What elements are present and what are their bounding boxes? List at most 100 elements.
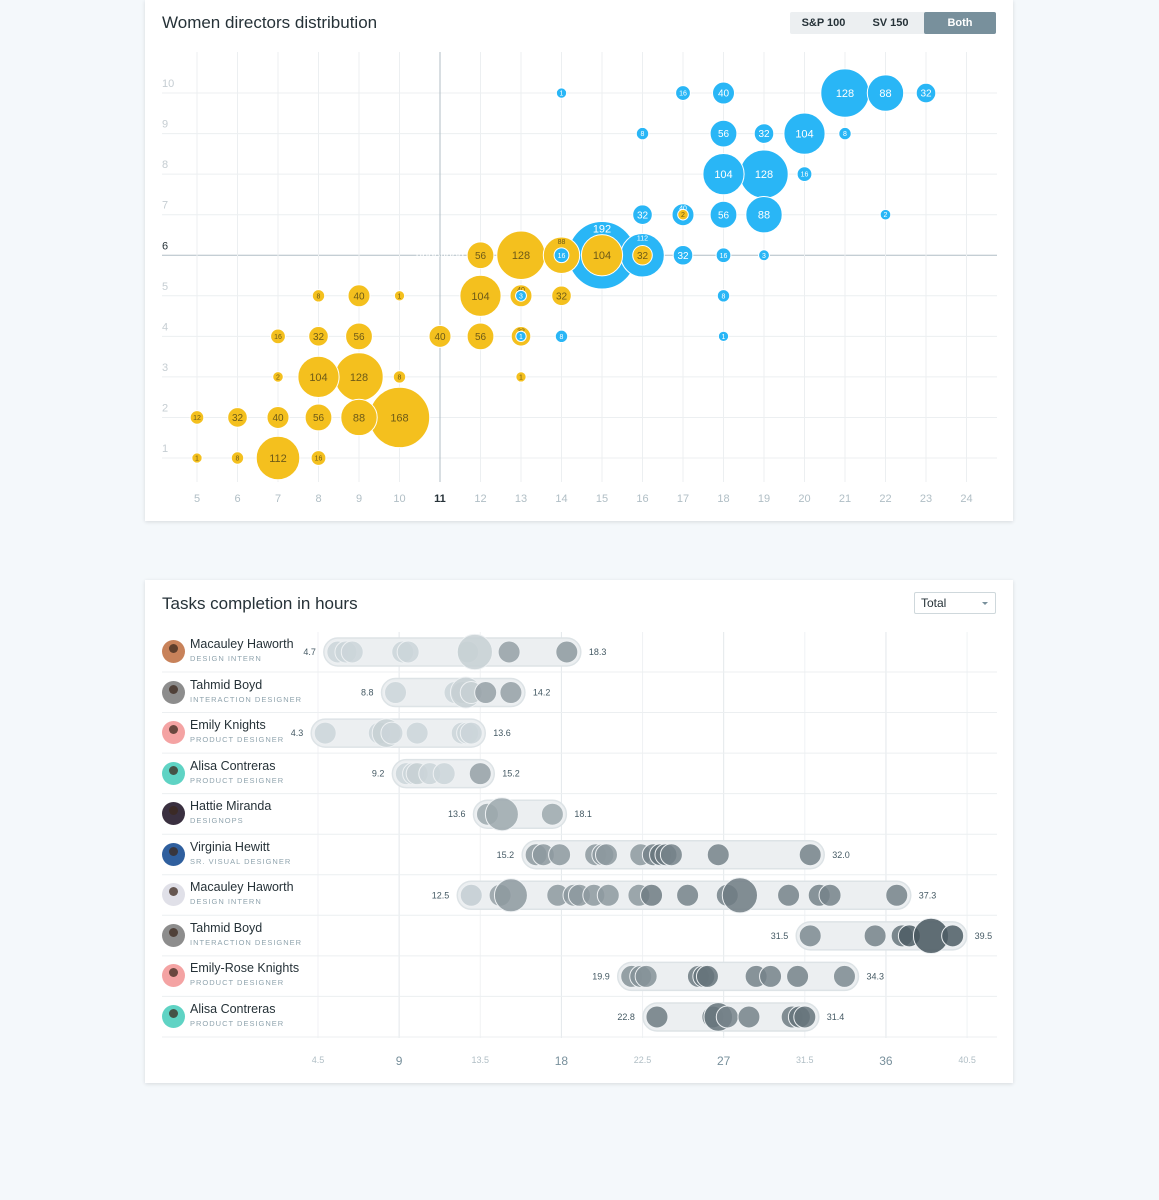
bubble-yellow: 56 [345,322,373,351]
y-tick-label: 8 [162,159,168,171]
bubble-yellow: 32 [308,326,329,347]
x-tick-label: 31.5 [796,1055,814,1065]
bubble-blue: 32 [672,244,694,266]
bubble-label: 128 [512,250,530,262]
task-dot [863,924,887,948]
x-tick-label: 16 [636,493,648,505]
bubble-label: 104 [309,372,327,384]
person-role: SR. VISUAL DESIGNER [190,856,292,866]
bubble-label: 40 [353,291,365,302]
task-dot [798,843,822,867]
bubble-label: 56 [313,413,325,424]
bubble-label: 32 [637,210,649,221]
bubble-blue: 32 [632,204,653,225]
bubble-label: 32 [677,251,689,262]
task-row: 4.7 18.3 [303,633,606,671]
task-row: 4.3 13.6 [291,718,511,748]
y-tick-label: 10 [162,78,174,90]
bubble-label: 32 [556,291,568,302]
task-dot [885,883,909,907]
bubble-yellow: 112 [255,435,301,481]
y-tick-label: 6 [162,240,168,252]
task-dot [474,681,498,705]
person-name: Alisa Contreras [190,758,276,773]
bubble-label: 16 [801,172,809,179]
bubble-yellow: 2 [272,371,284,383]
person-name: Hattie Miranda [190,799,272,814]
task-dot [941,924,965,948]
bubble-blue: 8 [635,126,650,141]
person-role: PRODUCT DESIGNER [190,735,285,745]
y-tick-label: 9 [162,119,168,131]
bubble-blue: 1 [555,87,568,99]
x-tick-label: 9 [396,1054,403,1068]
task-dot [695,964,719,988]
bubble-yellow: 40 [347,284,371,308]
x-tick-label: 27 [717,1054,731,1068]
bubble-label: 1 [195,456,199,463]
bubble-blue: 8 [716,289,731,303]
person-name: Alisa Contreras [190,1001,276,1016]
bubble-blue: 32 [915,82,937,104]
bubble-label: 88 [758,210,770,222]
task-dot [777,883,801,907]
min-label: 31.5 [771,931,789,941]
x-tick-label: 12 [474,493,486,505]
task-dot [380,721,404,745]
task-dot [832,964,856,988]
bubble-yellow: 168 [368,386,431,449]
bubble-label: 32 [313,332,325,343]
bubble-label: 32 [637,251,649,262]
bubble-blue: 88 [745,196,783,234]
bubble-label: 40 [718,89,730,100]
person-role: PRODUCT DESIGNER [190,978,285,988]
y-tick-label: 5 [162,281,168,293]
task-row: 22.8 31.4 [617,1002,845,1032]
x-tick-label: 18 [555,1054,569,1068]
task-dot [634,964,658,988]
bubble-label: 8 [641,131,645,138]
task-dot [818,883,842,907]
bubble-blue: 16 [675,85,691,101]
avatar [162,1004,185,1028]
y-tick-label: 2 [162,402,168,414]
bubble-blue: 104 [783,112,826,155]
bubble-label: 88 [879,88,891,100]
bubble-yellow: 56 [466,322,495,351]
bubble-yellow: 104 [580,234,624,277]
bubble-yellow: 8 [230,451,245,465]
x-tick-label: 22.5 [634,1055,652,1065]
bubble-label: 8 [236,456,240,463]
max-label: 39.5 [975,931,993,941]
task-dot [640,883,664,907]
person-name: Tahmid Boyd [190,677,263,692]
avatar [162,923,185,947]
bubble-label: 1 [519,374,523,381]
bubble-label: 40 [434,332,446,343]
bubble-label: 104 [795,129,813,141]
bubble-blue: 104 [702,153,745,196]
avatar [162,842,185,866]
bubble-blue: 56 [709,119,738,148]
bubble-blue: 16 [796,166,813,183]
person-name: Tahmid Boyd [190,920,263,935]
bubble-yellow: 16 [270,328,286,345]
max-label: 31.4 [827,1012,845,1022]
task-dot [645,1005,669,1029]
x-tick-label: 17 [677,493,689,505]
x-tick-label: 23 [920,493,932,505]
avatar [162,680,185,704]
bubble-blue: 1 [717,330,730,343]
bubble-yellow: 40 [266,405,290,429]
bubble-blue: 32 [753,123,775,144]
bubble-label: 2 [276,374,280,381]
task-dot [493,878,528,913]
person-name: Virginia Hewitt [190,839,270,854]
bubble-blue: 40 [712,81,735,105]
bubble-label: 128 [755,169,773,181]
bubble-label: 3 [762,253,766,260]
x-tick-label: 19 [758,493,770,505]
task-dot [459,883,483,907]
x-tick-label: 36 [879,1054,893,1068]
bubble-blue: 16 [553,247,570,264]
